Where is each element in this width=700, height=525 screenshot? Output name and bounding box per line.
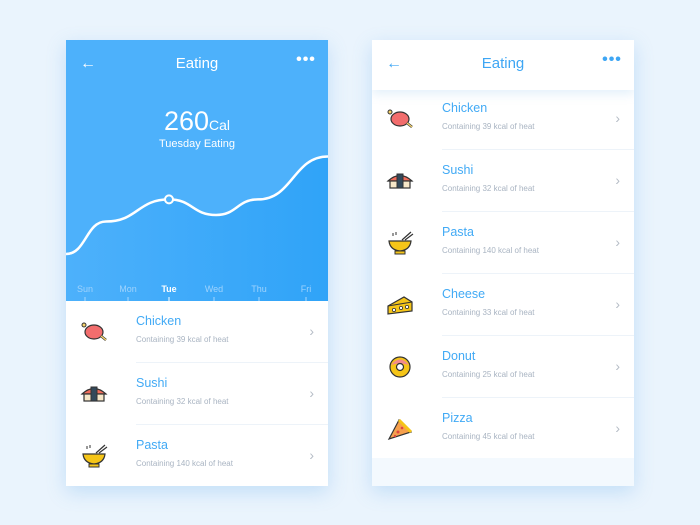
item-name: Pasta bbox=[442, 225, 474, 239]
calorie-total: 260Cal bbox=[66, 106, 328, 137]
item-description: Containing 140 kcal of heat bbox=[136, 459, 233, 468]
selected-point[interactable] bbox=[164, 194, 174, 205]
item-description: Containing 45 kcal of heat bbox=[442, 432, 535, 441]
top-bar: ← Eating ••• bbox=[372, 40, 634, 90]
pizza-icon bbox=[387, 418, 413, 441]
food-list: Chicken Containing 39 kcal of heat › Sushi C… bbox=[372, 88, 634, 460]
page-title: Eating bbox=[175, 55, 219, 72]
day-label-sun[interactable]: Sun bbox=[77, 284, 93, 294]
item-name: Donut bbox=[442, 349, 476, 363]
item-name: Sushi bbox=[442, 163, 474, 177]
item-name: Chicken bbox=[136, 314, 182, 328]
list-item-cheese[interactable]: Cheese Containing 33 kcal of heat › bbox=[372, 274, 634, 336]
list-item-chicken[interactable]: Chicken Containing 39 kcal of heat › bbox=[372, 88, 634, 150]
more-icon: ••• bbox=[602, 51, 622, 68]
day-subtitle: Tuesday Eating bbox=[158, 138, 236, 150]
list-item-sushi[interactable]: Sushi Containing 32 kcal of heat › bbox=[66, 363, 328, 425]
item-name: Pizza bbox=[442, 411, 473, 425]
list-footer bbox=[372, 458, 634, 486]
chevron-right-icon: › bbox=[309, 385, 314, 401]
top-bar: ← Eating ••• bbox=[66, 40, 328, 88]
food-list: Chicken Containing 39 kcal of heat › Sushi C… bbox=[66, 301, 328, 486]
day-label-fri[interactable]: Fri bbox=[301, 284, 312, 294]
chevron-right-icon: › bbox=[615, 358, 620, 374]
page-title: Eating bbox=[481, 55, 525, 72]
cheese-icon bbox=[387, 296, 413, 315]
item-description: Containing 140 kcal of heat bbox=[442, 246, 539, 255]
item-name: Cheese bbox=[442, 287, 486, 301]
calorie-hero: ← Eating ••• 260Cal Tuesday Eating Sun Mo… bbox=[66, 40, 328, 301]
chevron-right-icon: › bbox=[615, 296, 620, 312]
chevron-right-icon: › bbox=[309, 323, 314, 339]
list-item-chicken[interactable]: Chicken Containing 39 kcal of heat › bbox=[66, 301, 328, 363]
item-name: Sushi bbox=[136, 376, 168, 390]
chicken-icon bbox=[81, 322, 107, 341]
more-button[interactable]: ••• bbox=[294, 52, 318, 72]
chart-area bbox=[66, 156, 328, 301]
list-item-sushi[interactable]: Sushi Containing 32 kcal of heat › bbox=[372, 150, 634, 212]
item-description: Containing 33 kcal of heat bbox=[442, 308, 535, 317]
day-label-wed[interactable]: Wed bbox=[205, 284, 223, 294]
calorie-unit: Cal bbox=[209, 117, 231, 133]
pasta-icon bbox=[82, 444, 108, 468]
list-item-pasta[interactable]: Pasta Containing 140 kcal of heat › bbox=[372, 212, 634, 274]
left-screen: ← Eating ••• 260Cal Tuesday Eating Sun Mo… bbox=[66, 40, 328, 486]
item-description: Containing 32 kcal of heat bbox=[136, 397, 229, 406]
donut-icon bbox=[389, 356, 411, 378]
sushi-icon bbox=[386, 173, 414, 189]
item-description: Containing 39 kcal of heat bbox=[136, 335, 229, 344]
right-screen: ← Eating ••• Chicken Containing 39 kcal o… bbox=[372, 40, 634, 486]
day-label-mon[interactable]: Mon bbox=[119, 284, 137, 294]
day-label-tue[interactable]: Tue bbox=[161, 284, 176, 294]
chevron-right-icon: › bbox=[615, 234, 620, 250]
chevron-right-icon: › bbox=[615, 420, 620, 436]
more-icon: ••• bbox=[296, 51, 316, 68]
sushi-icon bbox=[80, 386, 108, 402]
more-button[interactable]: ••• bbox=[600, 52, 624, 72]
item-description: Containing 25 kcal of heat bbox=[442, 370, 535, 379]
chevron-right-icon: › bbox=[615, 110, 620, 126]
day-label-thu[interactable]: Thu bbox=[251, 284, 267, 294]
pasta-icon bbox=[388, 231, 414, 255]
list-item-donut[interactable]: Donut Containing 25 kcal of heat › bbox=[372, 336, 634, 398]
chicken-icon bbox=[387, 109, 413, 128]
chevron-right-icon: › bbox=[615, 172, 620, 188]
calorie-value: 260 bbox=[163, 106, 210, 136]
item-description: Containing 39 kcal of heat bbox=[442, 122, 535, 131]
chevron-right-icon: › bbox=[309, 447, 314, 463]
list-item-pizza[interactable]: Pizza Containing 45 kcal of heat › bbox=[372, 398, 634, 460]
item-name: Pasta bbox=[136, 438, 168, 452]
day-axis: Sun Mon Tue Wed Thu Fri bbox=[66, 284, 328, 300]
item-description: Containing 32 kcal of heat bbox=[442, 184, 535, 193]
list-item-pasta[interactable]: Pasta Containing 140 kcal of heat › bbox=[66, 425, 328, 486]
item-name: Chicken bbox=[442, 101, 488, 115]
